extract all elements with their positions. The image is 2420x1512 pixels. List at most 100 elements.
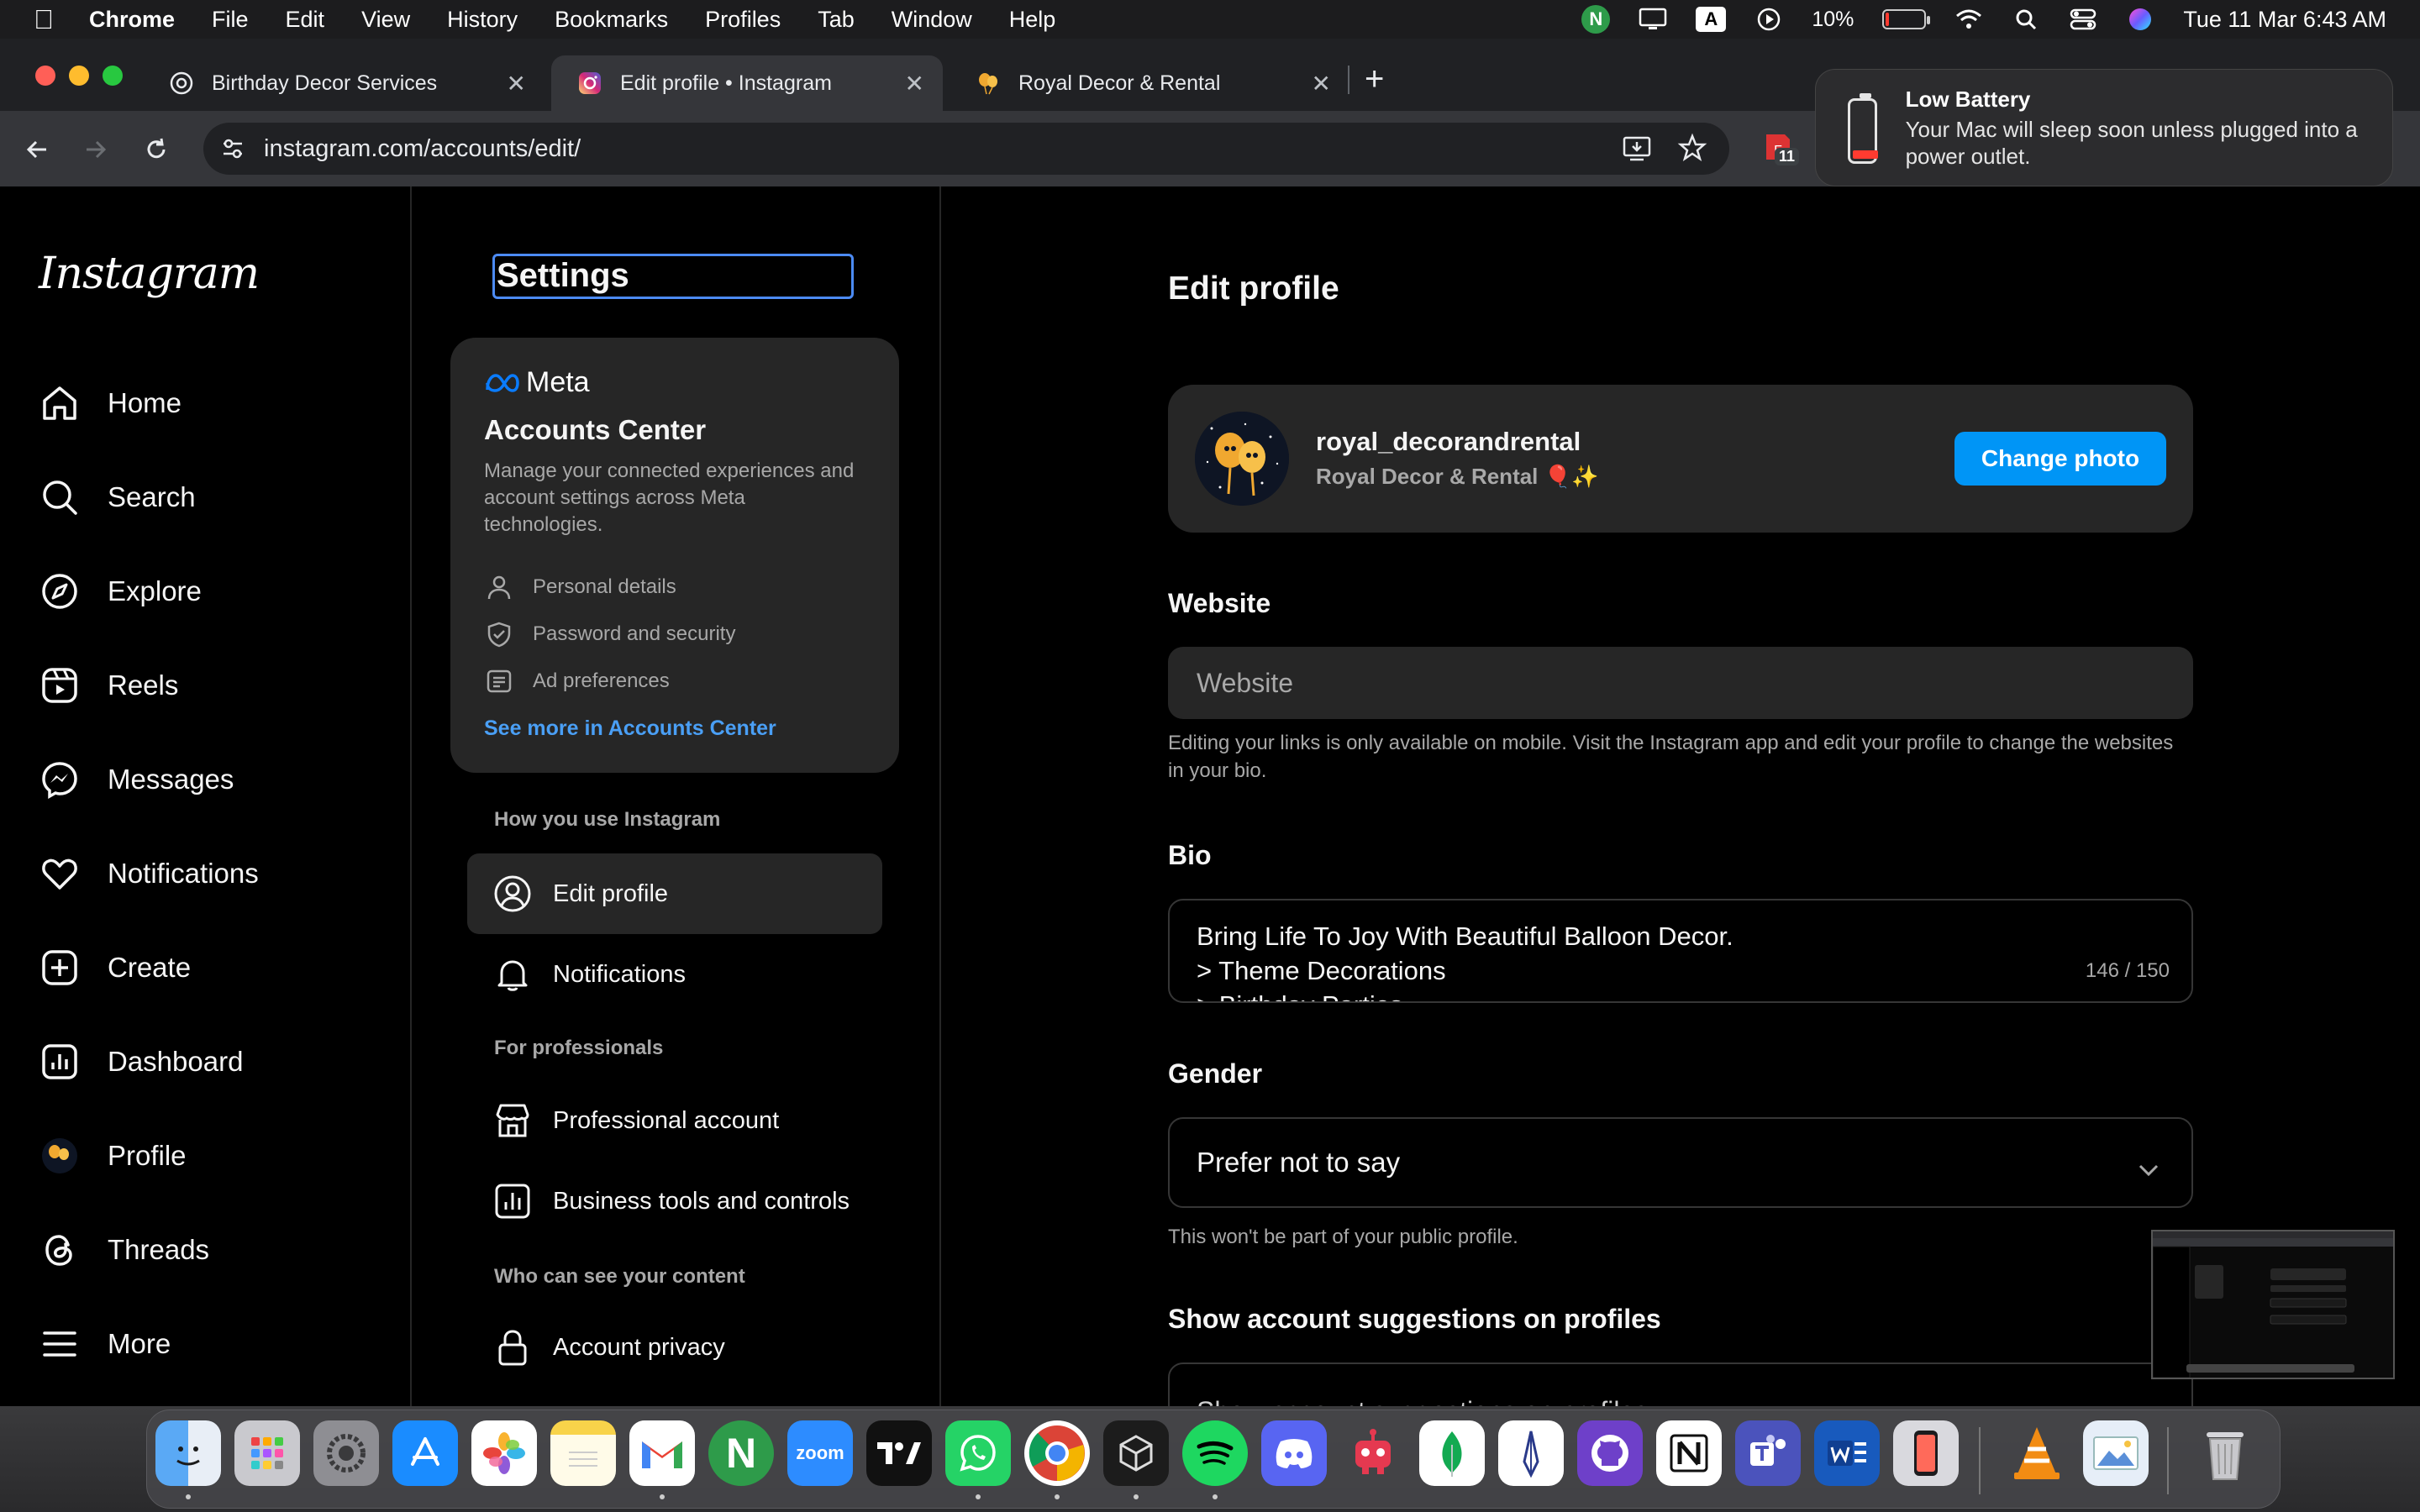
nav-threads[interactable]: Threads xyxy=(39,1220,209,1280)
window-zoom-button[interactable] xyxy=(103,66,123,86)
bookmark-star-icon[interactable] xyxy=(1677,133,1707,170)
nav-messages[interactable]: Messages xyxy=(39,749,234,810)
github-icon[interactable] xyxy=(1577,1420,1643,1486)
play-circle-icon[interactable] xyxy=(1754,7,1783,32)
back-button[interactable] xyxy=(18,131,55,168)
screenshot-thumbnail[interactable] xyxy=(2151,1230,2395,1379)
address-bar[interactable]: instagram.com/accounts/edit/ xyxy=(203,123,1729,175)
nav-home[interactable]: Home xyxy=(39,373,182,433)
n-app-status-icon[interactable]: N xyxy=(1581,5,1611,34)
menu-history[interactable]: History xyxy=(447,7,518,33)
menu-help[interactable]: Help xyxy=(1009,7,1056,33)
forward-button[interactable] xyxy=(77,131,114,168)
finder-icon[interactable] xyxy=(155,1420,221,1486)
pen-app-icon[interactable] xyxy=(1498,1420,1564,1486)
tab-close-icon[interactable]: ✕ xyxy=(507,70,526,97)
settings-account-privacy[interactable]: Account privacy xyxy=(467,1307,882,1388)
menu-profiles[interactable]: Profiles xyxy=(705,7,781,33)
site-settings-icon[interactable] xyxy=(218,134,247,163)
spotify-icon[interactable] xyxy=(1182,1420,1248,1486)
iphone-mirroring-icon[interactable] xyxy=(1893,1420,1959,1486)
system-settings-icon[interactable] xyxy=(313,1420,379,1486)
whatsapp-icon[interactable] xyxy=(945,1420,1011,1486)
chrome-icon[interactable] xyxy=(1024,1420,1090,1486)
menu-app-name[interactable]: Chrome xyxy=(89,7,175,33)
settings-edit-profile[interactable]: Edit profile xyxy=(467,853,882,934)
see-more-accounts-center-link[interactable]: See more in Accounts Center xyxy=(484,717,865,741)
notes-icon[interactable] xyxy=(550,1420,616,1486)
wifi-icon[interactable] xyxy=(1954,7,1983,32)
menu-tab[interactable]: Tab xyxy=(818,7,855,33)
menu-edit[interactable]: Edit xyxy=(286,7,325,33)
settings-business-tools[interactable]: Business tools and controls xyxy=(467,1161,882,1242)
menu-view[interactable]: View xyxy=(361,7,410,33)
nav-search[interactable]: Search xyxy=(39,467,196,528)
nav-more[interactable]: More xyxy=(39,1314,171,1374)
menu-bar-clock[interactable]: Tue 11 Mar 6:43 AM xyxy=(2183,7,2386,33)
avatar[interactable] xyxy=(1195,412,1289,506)
new-tab-button[interactable]: + xyxy=(1365,60,1384,98)
ac-link-password-security[interactable]: Password and security xyxy=(484,611,865,658)
accounts-center-card[interactable]: Meta Accounts Center Manage your connect… xyxy=(450,338,899,773)
photos-icon[interactable] xyxy=(471,1420,537,1486)
discord-icon[interactable] xyxy=(1261,1420,1327,1486)
tab-royal-decor-rental[interactable]: Royal Decor & Rental ✕ xyxy=(950,55,1349,111)
tab-close-icon[interactable]: ✕ xyxy=(905,70,924,97)
settings-notifications[interactable]: Notifications xyxy=(467,934,882,1015)
change-photo-button[interactable]: Change photo xyxy=(1954,432,2166,486)
nav-explore[interactable]: Explore xyxy=(39,561,202,622)
menu-file[interactable]: File xyxy=(212,7,249,33)
window-minimize-button[interactable] xyxy=(69,66,89,86)
n-app-icon[interactable]: N xyxy=(708,1420,774,1486)
trash-icon[interactable] xyxy=(2192,1420,2258,1486)
extension-icon[interactable]: F 11 xyxy=(1760,129,1800,166)
menu-bookmarks[interactable]: Bookmarks xyxy=(555,7,668,33)
bot-app-icon[interactable] xyxy=(1340,1420,1406,1486)
tab-edit-profile-instagram[interactable]: Edit profile • Instagram ✕ xyxy=(551,55,943,111)
app-store-icon[interactable] xyxy=(392,1420,458,1486)
settings-professional-account[interactable]: Professional account xyxy=(467,1080,882,1161)
control-center-icon[interactable] xyxy=(2069,7,2097,32)
spotlight-search-icon[interactable] xyxy=(2012,7,2040,32)
zoom-icon[interactable]: zoom xyxy=(787,1420,853,1486)
gender-select[interactable]: Prefer not to say xyxy=(1168,1117,2193,1208)
mongodb-icon[interactable] xyxy=(1419,1420,1485,1486)
website-input[interactable] xyxy=(1168,647,2193,719)
instagram-logo[interactable]: Instagram xyxy=(39,249,260,299)
low-battery-icon xyxy=(1848,93,1878,164)
tab-close-icon[interactable]: ✕ xyxy=(1312,70,1331,97)
nav-reels[interactable]: Reels xyxy=(39,655,178,716)
gmail-icon[interactable] xyxy=(629,1420,695,1486)
cursor-icon[interactable] xyxy=(1103,1420,1169,1486)
input-source-icon[interactable]: A xyxy=(1696,7,1727,32)
nav-create[interactable]: Create xyxy=(39,937,191,998)
window-close-button[interactable] xyxy=(35,66,55,86)
word-icon[interactable] xyxy=(1814,1420,1880,1486)
reload-button[interactable] xyxy=(138,131,175,168)
suggestions-toggle-row[interactable]: Show account suggestions on profiles xyxy=(1168,1362,2193,1406)
ac-link-ad-preferences[interactable]: Ad preferences xyxy=(484,658,865,705)
tradingview-icon[interactable] xyxy=(866,1420,932,1486)
apple-menu-icon[interactable]:  xyxy=(34,4,54,35)
bio-textarea[interactable]: Bring Life To Joy With Beautiful Balloon… xyxy=(1168,899,2193,1003)
siri-icon[interactable] xyxy=(2126,7,2154,32)
notion-icon[interactable] xyxy=(1656,1420,1722,1486)
install-app-icon[interactable] xyxy=(1622,134,1652,170)
battery-percent: 10% xyxy=(1812,7,1854,31)
launchpad-icon[interactable] xyxy=(234,1420,300,1486)
ac-link-personal-details[interactable]: Personal details xyxy=(484,564,865,611)
battery-icon[interactable] xyxy=(1882,9,1931,29)
vlc-icon[interactable] xyxy=(2004,1420,2070,1486)
nav-notifications[interactable]: Notifications xyxy=(39,843,259,904)
display-icon[interactable] xyxy=(1639,7,1667,32)
tab-birthday-decor-services[interactable]: Birthday Decor Services ✕ xyxy=(143,55,544,111)
dock-separator xyxy=(2167,1427,2169,1494)
nav-dashboard[interactable]: Dashboard xyxy=(39,1032,243,1092)
teams-icon[interactable] xyxy=(1735,1420,1801,1486)
notification-title: Low Battery xyxy=(1905,87,2031,112)
low-battery-notification[interactable]: Low Battery Your Mac will sleep soon unl… xyxy=(1815,69,2393,186)
menu-window[interactable]: Window xyxy=(892,7,972,33)
website-help-text: Editing your links is only available on … xyxy=(1168,732,2174,782)
preview-icon[interactable] xyxy=(2083,1420,2149,1486)
nav-profile[interactable]: Profile xyxy=(39,1126,187,1186)
